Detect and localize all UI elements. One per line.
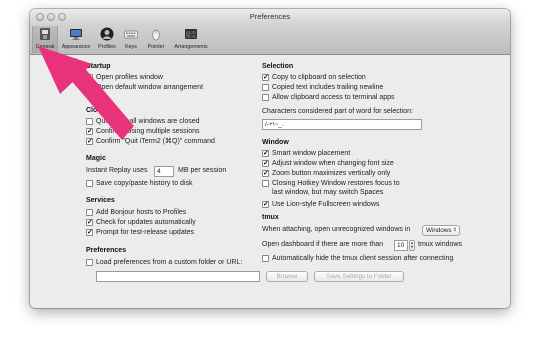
annotation-arrow — [38, 46, 134, 140]
